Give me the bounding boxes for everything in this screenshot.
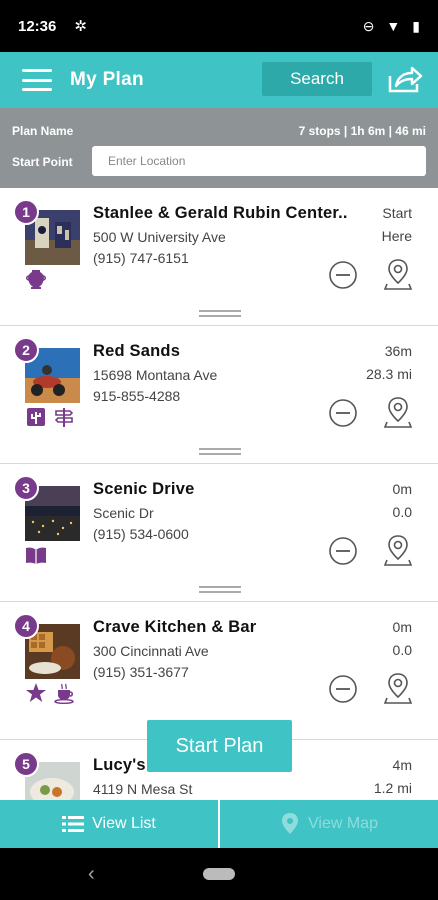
stop-phone[interactable]: (915) 747-6151 xyxy=(93,250,189,266)
stop-address: 300 Cincinnati Ave xyxy=(93,643,209,659)
tab-view-list-label: View List xyxy=(92,815,156,832)
stop-number-badge: 1 xyxy=(13,199,39,225)
dnd-icon: ⊖ xyxy=(362,17,375,34)
category-icons xyxy=(25,268,47,290)
category-icons xyxy=(25,682,75,704)
stop-distance: 1.2 mi xyxy=(373,780,412,796)
drag-handle[interactable] xyxy=(199,448,241,455)
start-plan-button[interactable]: Start Plan xyxy=(147,720,292,772)
bottom-tab-bar: View List View Map xyxy=(0,800,438,848)
remove-stop-icon[interactable] xyxy=(328,536,358,566)
stop-phone[interactable]: 915-855-4288 xyxy=(93,388,180,404)
stop-number-badge: 3 xyxy=(13,475,39,501)
remove-stop-icon[interactable] xyxy=(328,260,358,290)
stop-address: 15698 Montana Ave xyxy=(93,367,218,383)
stop-time: Start xyxy=(382,205,412,221)
stop-name[interactable]: Scenic Drive xyxy=(93,480,365,499)
wifi-icon: ▼ xyxy=(386,18,401,34)
list-icon xyxy=(62,816,85,832)
page-title: My Plan xyxy=(70,69,144,90)
stop-name[interactable]: Crave Kitchen & Bar xyxy=(93,618,365,637)
stop-distance: 0.0 xyxy=(392,504,412,520)
map-pin-icon xyxy=(282,813,299,834)
stop-card[interactable]: 1 Stanlee & Gerald Rubin Center.. 500 W … xyxy=(0,188,438,326)
star-icon xyxy=(26,683,46,702)
battery-icon: ▮ xyxy=(412,17,420,34)
stop-phone[interactable]: (915) 534-0600 xyxy=(93,526,189,542)
app-bar: My Plan Search xyxy=(0,52,438,108)
stop-time: 0m xyxy=(392,481,412,497)
plan-info-bar: Plan Name 7 stops | 1h 6m | 46 mi Start … xyxy=(0,108,438,188)
stop-card[interactable]: 2 Red Sands 15698 Montana Ave 915-855-42… xyxy=(0,326,438,464)
remove-stop-icon[interactable] xyxy=(328,674,358,704)
stop-distance: Here xyxy=(381,228,412,244)
map-pin-icon[interactable] xyxy=(383,395,413,429)
stop-name[interactable]: Stanlee & Gerald Rubin Center.. xyxy=(93,204,365,223)
drag-handle[interactable] xyxy=(199,310,241,317)
stop-distance: 0.0 xyxy=(392,642,412,658)
tab-view-map-label: View Map xyxy=(308,815,378,832)
share-icon[interactable] xyxy=(387,64,423,94)
stop-address: 4119 N Mesa St xyxy=(93,781,193,797)
category-icons xyxy=(25,544,47,566)
stops-list: 1 Stanlee & Gerald Rubin Center.. 500 W … xyxy=(0,188,438,800)
status-icons: ⊖ ▼ ▮ xyxy=(363,18,420,35)
vase-icon xyxy=(26,270,46,289)
stop-address: 500 W University Ave xyxy=(93,229,226,245)
remove-stop-icon[interactable] xyxy=(328,398,358,428)
stop-card[interactable]: 3 Scenic Drive Scenic Dr (915) 534-0600 … xyxy=(0,464,438,602)
stop-number-badge: 4 xyxy=(13,613,39,639)
stop-address: Scenic Dr xyxy=(93,505,154,521)
back-icon[interactable]: ‹ xyxy=(88,863,95,886)
stop-phone[interactable]: (915) 351-3677 xyxy=(93,664,189,680)
cactus-icon xyxy=(27,408,45,426)
map-pin-icon[interactable] xyxy=(383,533,413,567)
tab-view-list[interactable]: View List xyxy=(0,800,218,848)
coffee-icon xyxy=(54,683,74,704)
map-pin-icon[interactable] xyxy=(383,257,413,291)
system-nav-bar: ‹ xyxy=(0,848,438,900)
stop-distance: 28.3 mi xyxy=(366,366,412,382)
tab-view-map[interactable]: View Map xyxy=(220,800,438,848)
stop-number-badge: 5 xyxy=(13,751,39,777)
start-location-input[interactable] xyxy=(92,146,426,176)
stop-number-badge: 2 xyxy=(13,337,39,363)
status-bar: 12:36 ✲ ⊖ ▼ ▮ xyxy=(0,0,438,52)
drag-handle[interactable] xyxy=(199,586,241,593)
status-time: 12:36 xyxy=(18,17,57,35)
category-icons xyxy=(25,406,75,428)
stop-time: 36m xyxy=(384,343,412,359)
plan-name-label: Plan Name xyxy=(12,124,74,138)
signpost-icon xyxy=(54,408,74,427)
home-pill-icon[interactable] xyxy=(203,868,235,880)
start-point-label: Start Point xyxy=(12,155,73,169)
settings-status-icon: ✲ xyxy=(74,18,87,35)
stop-time: 4m xyxy=(392,757,412,773)
search-button[interactable]: Search xyxy=(262,62,372,96)
stop-name[interactable]: Red Sands xyxy=(93,342,365,361)
menu-icon[interactable] xyxy=(22,69,52,91)
map-pin-icon[interactable] xyxy=(383,671,413,705)
stop-time: 0m xyxy=(392,619,412,635)
plan-stats: 7 stops | 1h 6m | 46 mi xyxy=(298,124,426,138)
book-icon xyxy=(26,547,46,564)
